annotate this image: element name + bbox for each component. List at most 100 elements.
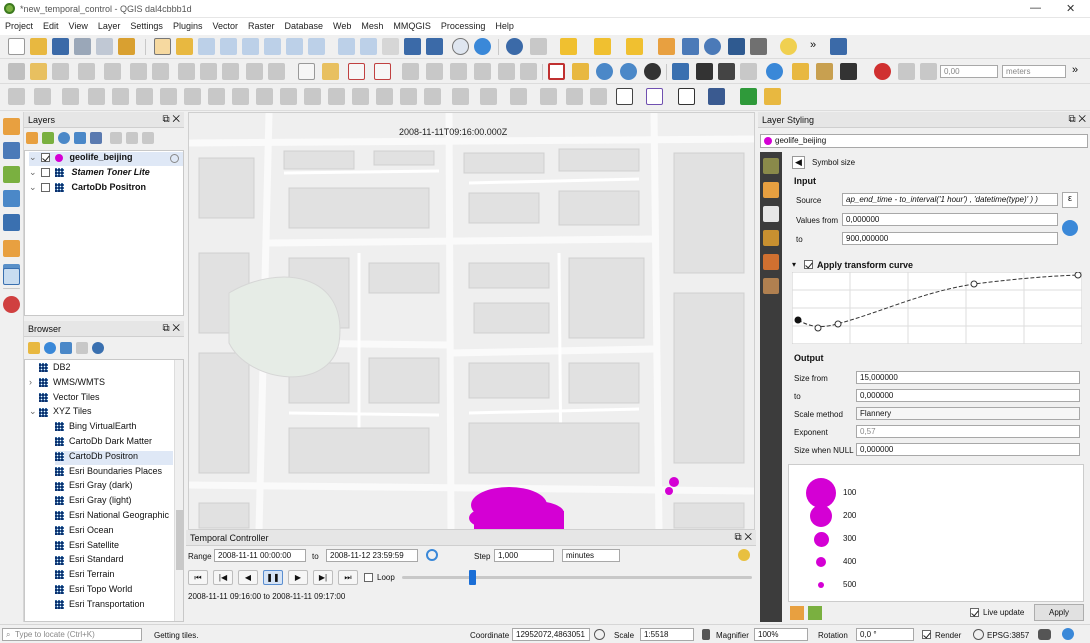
help-icon[interactable] xyxy=(830,38,847,55)
zoom-native-icon[interactable] xyxy=(308,38,325,55)
add-vector-icon[interactable] xyxy=(3,166,20,183)
close-window-button[interactable]: ✕ xyxy=(1066,2,1075,15)
rotation-input[interactable]: 0,0 ° xyxy=(856,628,914,641)
menu-help[interactable]: Help xyxy=(490,18,519,31)
filter-expression-icon[interactable] xyxy=(90,132,102,144)
plugin-tractor-icon[interactable] xyxy=(696,63,713,80)
previous-frame-button[interactable]: |◀ xyxy=(213,570,233,585)
menu-project[interactable]: Project xyxy=(0,18,38,31)
units-select[interactable]: meters xyxy=(1002,65,1066,78)
shape-tool-1-icon[interactable] xyxy=(452,88,469,105)
data-source-manager-icon[interactable] xyxy=(3,118,20,135)
layer-visibility-checkbox[interactable] xyxy=(40,168,50,178)
play-backward-button[interactable]: ◀ xyxy=(238,570,258,585)
graph-tool-icon[interactable] xyxy=(646,88,663,105)
select-by-value-icon[interactable] xyxy=(594,38,611,55)
back-arrow-icon[interactable]: ◀ xyxy=(792,156,805,169)
menu-mesh[interactable]: Mesh xyxy=(356,18,388,31)
pan-to-selection-icon[interactable] xyxy=(176,38,193,55)
step-unit-select[interactable]: minutes xyxy=(562,549,620,562)
label-pin-icon[interactable] xyxy=(322,63,339,80)
loop-checkbox[interactable] xyxy=(364,573,373,582)
shape-tool-2-icon[interactable] xyxy=(480,88,497,105)
browser-item[interactable]: Esri Satellite xyxy=(55,540,173,554)
apply-button[interactable]: Apply xyxy=(1034,604,1084,621)
rotate-icon[interactable] xyxy=(766,63,783,80)
label-icon[interactable] xyxy=(298,63,315,80)
refresh-browser-icon[interactable] xyxy=(44,342,56,354)
actions-icon[interactable] xyxy=(530,38,547,55)
browser-item[interactable]: Esri Terrain xyxy=(55,569,173,583)
search-plugin-icon[interactable] xyxy=(740,88,757,105)
dark-tool-icon[interactable] xyxy=(644,63,661,80)
open-project-icon[interactable] xyxy=(30,38,47,55)
browser-item[interactable]: Vector Tiles xyxy=(29,392,173,406)
step-input[interactable]: 1,000 xyxy=(494,549,554,562)
label-change-icon[interactable] xyxy=(474,63,491,80)
digitize-14-icon[interactable] xyxy=(328,88,345,105)
pan-icon[interactable] xyxy=(154,38,171,55)
curve-collapse-icon[interactable]: ▾ xyxy=(792,260,796,269)
copy-features-icon[interactable] xyxy=(200,63,217,80)
pause-button[interactable]: ❚❚ xyxy=(263,570,283,585)
menu-edit[interactable]: Edit xyxy=(38,18,64,31)
browser-scrollbar[interactable] xyxy=(174,360,183,621)
add-wms-icon[interactable] xyxy=(3,268,20,285)
delete-selected-icon[interactable] xyxy=(152,63,169,80)
expression-builder-icon[interactable]: ε xyxy=(1062,192,1078,208)
collapse-all-icon[interactable] xyxy=(126,132,138,144)
size-to-input[interactable]: 0,000000 xyxy=(856,389,1080,402)
shape-tool-3-icon[interactable] xyxy=(510,88,527,105)
crs-globe-icon[interactable] xyxy=(973,629,984,640)
deselect-icon[interactable] xyxy=(626,38,643,55)
manage-map-themes-icon[interactable] xyxy=(58,132,70,144)
globe-add-icon[interactable] xyxy=(620,63,637,80)
shape-tool-4-icon[interactable] xyxy=(540,88,557,105)
digitize-11-icon[interactable] xyxy=(256,88,273,105)
symbology-icon[interactable] xyxy=(763,158,779,174)
time-slider-handle[interactable] xyxy=(469,570,476,585)
messages-icon[interactable] xyxy=(1038,629,1051,640)
temporal-close-icon[interactable]: ⧉ ✕ xyxy=(734,532,752,543)
expand-icon[interactable]: ⌄ xyxy=(29,182,38,193)
minimize-button[interactable]: — xyxy=(1030,2,1041,14)
time-slider[interactable] xyxy=(402,570,752,585)
temporal-indicator-icon[interactable] xyxy=(170,154,179,163)
photo-tool-icon[interactable] xyxy=(708,88,725,105)
add-selected-icon[interactable] xyxy=(28,342,40,354)
browser-item[interactable]: Esri Gray (light) xyxy=(55,495,173,509)
crs-label[interactable]: EPSG:3857 xyxy=(987,631,1029,640)
digitize-3-icon[interactable] xyxy=(62,88,79,105)
add-layer-icon[interactable] xyxy=(3,142,20,159)
browser-item[interactable]: Esri Topo World xyxy=(55,584,173,598)
digitize-13-icon[interactable] xyxy=(304,88,321,105)
rewind-to-start-button[interactable]: ⏮ xyxy=(188,570,208,585)
transform-curve-editor[interactable] xyxy=(792,272,1082,344)
save-edits-icon[interactable] xyxy=(52,63,69,80)
paste-features-icon[interactable] xyxy=(222,63,239,80)
next-frame-button[interactable]: ▶| xyxy=(313,570,333,585)
statistics-icon[interactable] xyxy=(728,38,745,55)
masks-icon[interactable] xyxy=(763,206,779,222)
quick-map-icon[interactable] xyxy=(764,88,781,105)
browser-item[interactable]: Bing VirtualEarth xyxy=(55,421,173,435)
diagrams-icon[interactable] xyxy=(763,254,779,270)
polygon-tool-icon[interactable] xyxy=(548,63,565,80)
remove-layer-icon[interactable] xyxy=(142,132,154,144)
vertex-tool-icon[interactable] xyxy=(104,63,121,80)
exponent-input[interactable]: 0,57 xyxy=(856,425,1080,438)
zoom-out-icon[interactable] xyxy=(220,38,237,55)
shape-tool-6-icon[interactable] xyxy=(590,88,607,105)
cut-features-icon[interactable] xyxy=(178,63,195,80)
digitize-18-icon[interactable] xyxy=(424,88,441,105)
history-icon[interactable] xyxy=(763,278,779,294)
add-csv-icon[interactable] xyxy=(3,240,20,257)
profile-tool-icon[interactable] xyxy=(616,88,633,105)
layer-row-cartodb[interactable]: ⌄ CartoDb Positron xyxy=(29,182,146,196)
menu-processing[interactable]: Processing xyxy=(436,18,491,31)
plugin-map-icon[interactable] xyxy=(718,63,735,80)
scale-method-select[interactable]: Flannery xyxy=(856,407,1080,420)
notifications-icon[interactable] xyxy=(1062,628,1074,640)
source-expression-input[interactable]: ap_end_time - to_interval('1 hour') , 'd… xyxy=(842,193,1058,206)
undo-icon[interactable] xyxy=(246,63,263,80)
